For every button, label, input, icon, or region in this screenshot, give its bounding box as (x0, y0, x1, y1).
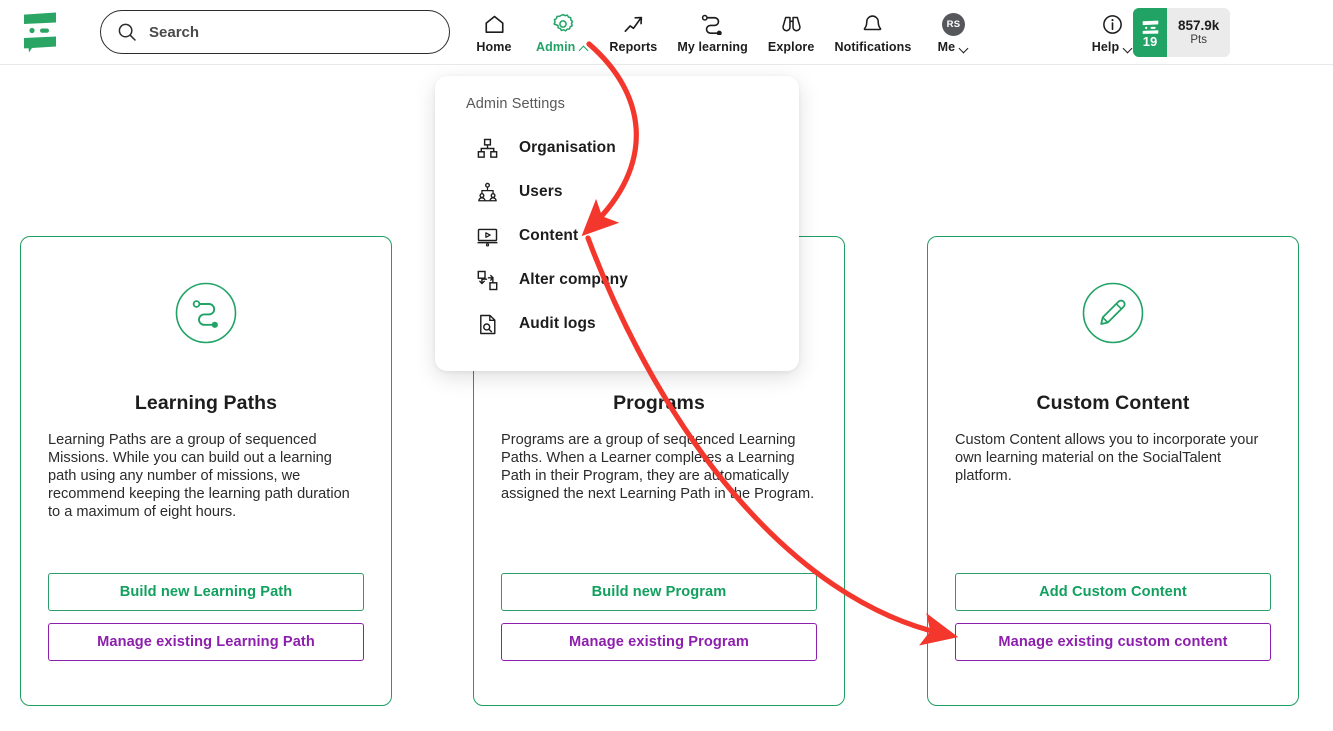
path-icon (700, 11, 725, 37)
build-new-learning-path-button[interactable]: Build new Learning Path (48, 573, 364, 611)
card-learning-paths: Learning Paths Learning Paths are a grou… (20, 236, 392, 706)
document-search-icon (475, 312, 499, 336)
card-description: Learning Paths are a group of sequenced … (48, 432, 350, 520)
chevron-down-icon (1124, 43, 1133, 52)
add-custom-content-button[interactable]: Add Custom Content (955, 573, 1271, 611)
nav-item-notifications[interactable]: Notifications (824, 0, 921, 65)
nav-item-notifications-label: Notifications (834, 40, 912, 54)
points-total: 857.9k Pts (1167, 8, 1231, 57)
points-level: 19 (1133, 8, 1167, 57)
app-root: Home Admin (0, 0, 1333, 731)
avatar: RS (941, 11, 965, 37)
home-icon (483, 11, 506, 37)
search-box[interactable] (100, 10, 450, 54)
dropdown-title: Admin Settings (466, 96, 565, 112)
nav-item-help-label: Help (1092, 40, 1134, 54)
card-title: Custom Content (1036, 392, 1190, 414)
top-header: Home Admin (0, 0, 1333, 65)
manage-existing-learning-path-button[interactable]: Manage existing Learning Path (48, 623, 364, 661)
card-actions: Build new Program Manage existing Progra… (501, 573, 817, 661)
nav-item-my-learning-label: My learning (677, 40, 748, 54)
search-icon (117, 22, 137, 42)
trend-arrow-icon (622, 11, 645, 37)
nav-item-admin-label: Admin (536, 40, 589, 54)
swap-company-icon (475, 268, 499, 292)
binoculars-icon (779, 11, 804, 37)
menu-item-alter-company[interactable]: Alter company (435, 258, 799, 302)
chevron-up-icon (580, 43, 589, 52)
menu-item-content-label: Content (519, 227, 579, 244)
org-chart-icon (475, 136, 499, 160)
card-description: Programs are a group of sequenced Learni… (501, 432, 815, 502)
points-badge[interactable]: 19 857.9k Pts (1133, 8, 1231, 57)
build-new-program-button[interactable]: Build new Program (501, 573, 817, 611)
nav-item-me[interactable]: RS Me (921, 0, 985, 65)
manage-existing-custom-content-button[interactable]: Manage existing custom content (955, 623, 1271, 661)
menu-item-alter-company-label: Alter company (519, 271, 628, 288)
menu-item-organisation[interactable]: Organisation (435, 126, 799, 170)
card-actions: Add Custom Content Manage existing custo… (955, 573, 1271, 661)
info-circle-icon (1101, 11, 1124, 37)
nav-item-home-label: Home (476, 40, 512, 54)
card-custom-content: Custom Content Custom Content allows you… (927, 236, 1299, 706)
points-level-number: 19 (1142, 33, 1158, 49)
menu-item-users-label: Users (519, 183, 563, 200)
menu-item-organisation-label: Organisation (519, 139, 616, 156)
card-description: Custom Content allows you to incorporate… (955, 432, 1259, 484)
admin-settings-dropdown: Admin Settings Organisation Users Conten… (435, 76, 799, 371)
users-hierarchy-icon (475, 180, 499, 204)
nav-item-reports-label: Reports (609, 40, 658, 54)
points-unit: Pts (1190, 34, 1207, 47)
card-actions: Build new Learning Path Manage existing … (48, 573, 364, 661)
nav-item-admin[interactable]: Admin (526, 0, 599, 65)
nav-item-explore-label: Explore (767, 40, 815, 54)
avatar-initials: RS (941, 12, 965, 36)
card-title: Learning Paths (134, 392, 278, 414)
menu-item-audit-logs-label: Audit logs (519, 315, 596, 332)
nav-item-me-label: Me (938, 40, 970, 54)
gear-icon (551, 11, 575, 37)
video-screen-icon (475, 224, 499, 248)
card-title: Programs (613, 392, 705, 414)
chevron-down-icon (960, 43, 969, 52)
nav-item-reports[interactable]: Reports (599, 0, 667, 65)
main-nav: Home Admin Reports My learning Explore N… (462, 0, 1144, 65)
search-input[interactable] (149, 23, 433, 41)
points-value: 857.9k (1178, 17, 1220, 33)
nav-item-my-learning[interactable]: My learning (667, 0, 758, 65)
learning-path-circle-icon (175, 282, 237, 344)
menu-item-content[interactable]: Content (435, 214, 799, 258)
nav-item-explore[interactable]: Explore (758, 0, 825, 65)
menu-item-audit-logs[interactable]: Audit logs (435, 302, 799, 346)
manage-existing-program-button[interactable]: Manage existing Program (501, 623, 817, 661)
menu-item-users[interactable]: Users (435, 170, 799, 214)
bell-icon (861, 11, 884, 37)
nav-item-home[interactable]: Home (462, 0, 526, 65)
pencil-circle-icon (1082, 282, 1144, 344)
socialtalent-logo-icon[interactable] (18, 11, 62, 53)
